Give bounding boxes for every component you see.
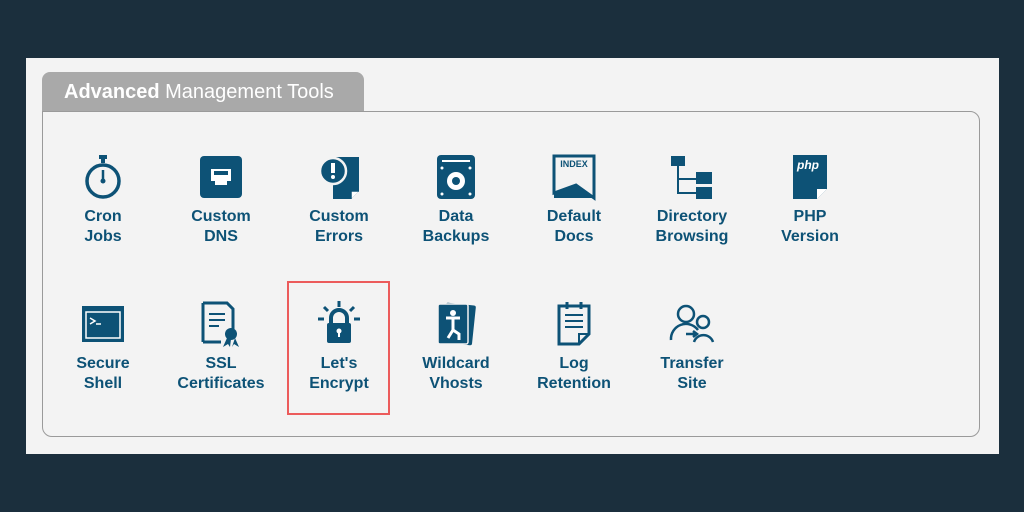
tool-label-line1: Wildcard xyxy=(422,355,490,372)
folder-tree-icon xyxy=(671,156,712,199)
tool-label-line2: Certificates xyxy=(177,375,265,392)
network-port-icon xyxy=(200,156,242,198)
tool-custom-errors[interactable]: Custom Errors xyxy=(289,153,389,247)
tool-label-line1: Cron xyxy=(84,208,122,225)
index-text: INDEX xyxy=(560,159,588,169)
error-page-icon xyxy=(318,156,359,199)
php-text: php xyxy=(796,158,819,172)
tool-php-version[interactable]: php PHP Version xyxy=(760,153,860,247)
tool-wildcard-vhosts[interactable]: Wildcard Vhosts xyxy=(406,300,506,394)
tool-label-line2: Docs xyxy=(554,228,594,245)
tool-label-line2: Shell xyxy=(83,375,123,392)
tool-label-line2: Site xyxy=(677,375,707,392)
certificate-icon xyxy=(201,301,239,347)
notepad-icon xyxy=(557,302,591,346)
tool-label-line2: Browsing xyxy=(655,228,729,245)
tool-label-line1: PHP xyxy=(793,208,827,225)
panel-tab-title: Advanced Management Tools xyxy=(42,72,364,112)
tab-title-rest: Management Tools xyxy=(159,81,334,103)
tool-label-line1: Directory xyxy=(656,208,728,225)
tool-default-docs[interactable]: INDEX Default Docs xyxy=(524,153,624,247)
tool-directory-browsing[interactable]: Directory Browsing xyxy=(642,153,742,247)
tool-label-line1: Custom xyxy=(191,208,251,225)
tool-label-line1: Custom xyxy=(309,208,369,225)
tool-label-line1: Transfer xyxy=(660,355,724,372)
tool-label-line1: Log xyxy=(559,355,589,372)
tool-custom-dns[interactable]: Custom DNS xyxy=(171,153,271,247)
tool-cron-jobs[interactable]: Cron Jobs xyxy=(53,153,153,247)
tool-ssl-certificates[interactable]: SSL Certificates xyxy=(171,300,271,394)
tool-log-retention[interactable]: Log Retention xyxy=(524,300,624,394)
tool-transfer-site[interactable]: Transfer Site xyxy=(642,300,742,394)
index-doc-icon: INDEX xyxy=(552,154,596,201)
tool-label-line2: Retention xyxy=(537,375,611,392)
tab-title-bold: Advanced xyxy=(64,81,160,103)
tool-label-line1: Secure xyxy=(76,355,130,372)
terminal-icon xyxy=(82,306,124,342)
tool-label-line2: DNS xyxy=(204,228,238,245)
tool-label-line2: Errors xyxy=(314,228,364,245)
tool-secure-shell[interactable]: Secure Shell xyxy=(53,300,153,394)
tool-label-line1: SSL xyxy=(205,355,237,372)
tool-label-line2: Version xyxy=(781,228,839,245)
tool-label-line1: Data xyxy=(438,208,474,225)
tool-label-line1: Default xyxy=(546,208,602,225)
advanced-management-tools-panel: Advanced Management Tools Cron Jobs Cust… xyxy=(26,58,999,454)
php-file-icon: php xyxy=(793,155,827,199)
tool-label-line2: Jobs xyxy=(84,228,122,245)
tool-data-backups[interactable]: Data Backups xyxy=(406,153,506,247)
tool-label-line2: Vhosts xyxy=(429,375,483,392)
hard-drive-icon xyxy=(437,155,475,199)
users-transfer-icon xyxy=(669,304,715,343)
wildcard-card-icon xyxy=(437,302,476,346)
tool-label-line2: Backups xyxy=(422,228,490,245)
lets-encrypt-highlight-box xyxy=(287,281,390,415)
stopwatch-icon xyxy=(85,155,121,199)
